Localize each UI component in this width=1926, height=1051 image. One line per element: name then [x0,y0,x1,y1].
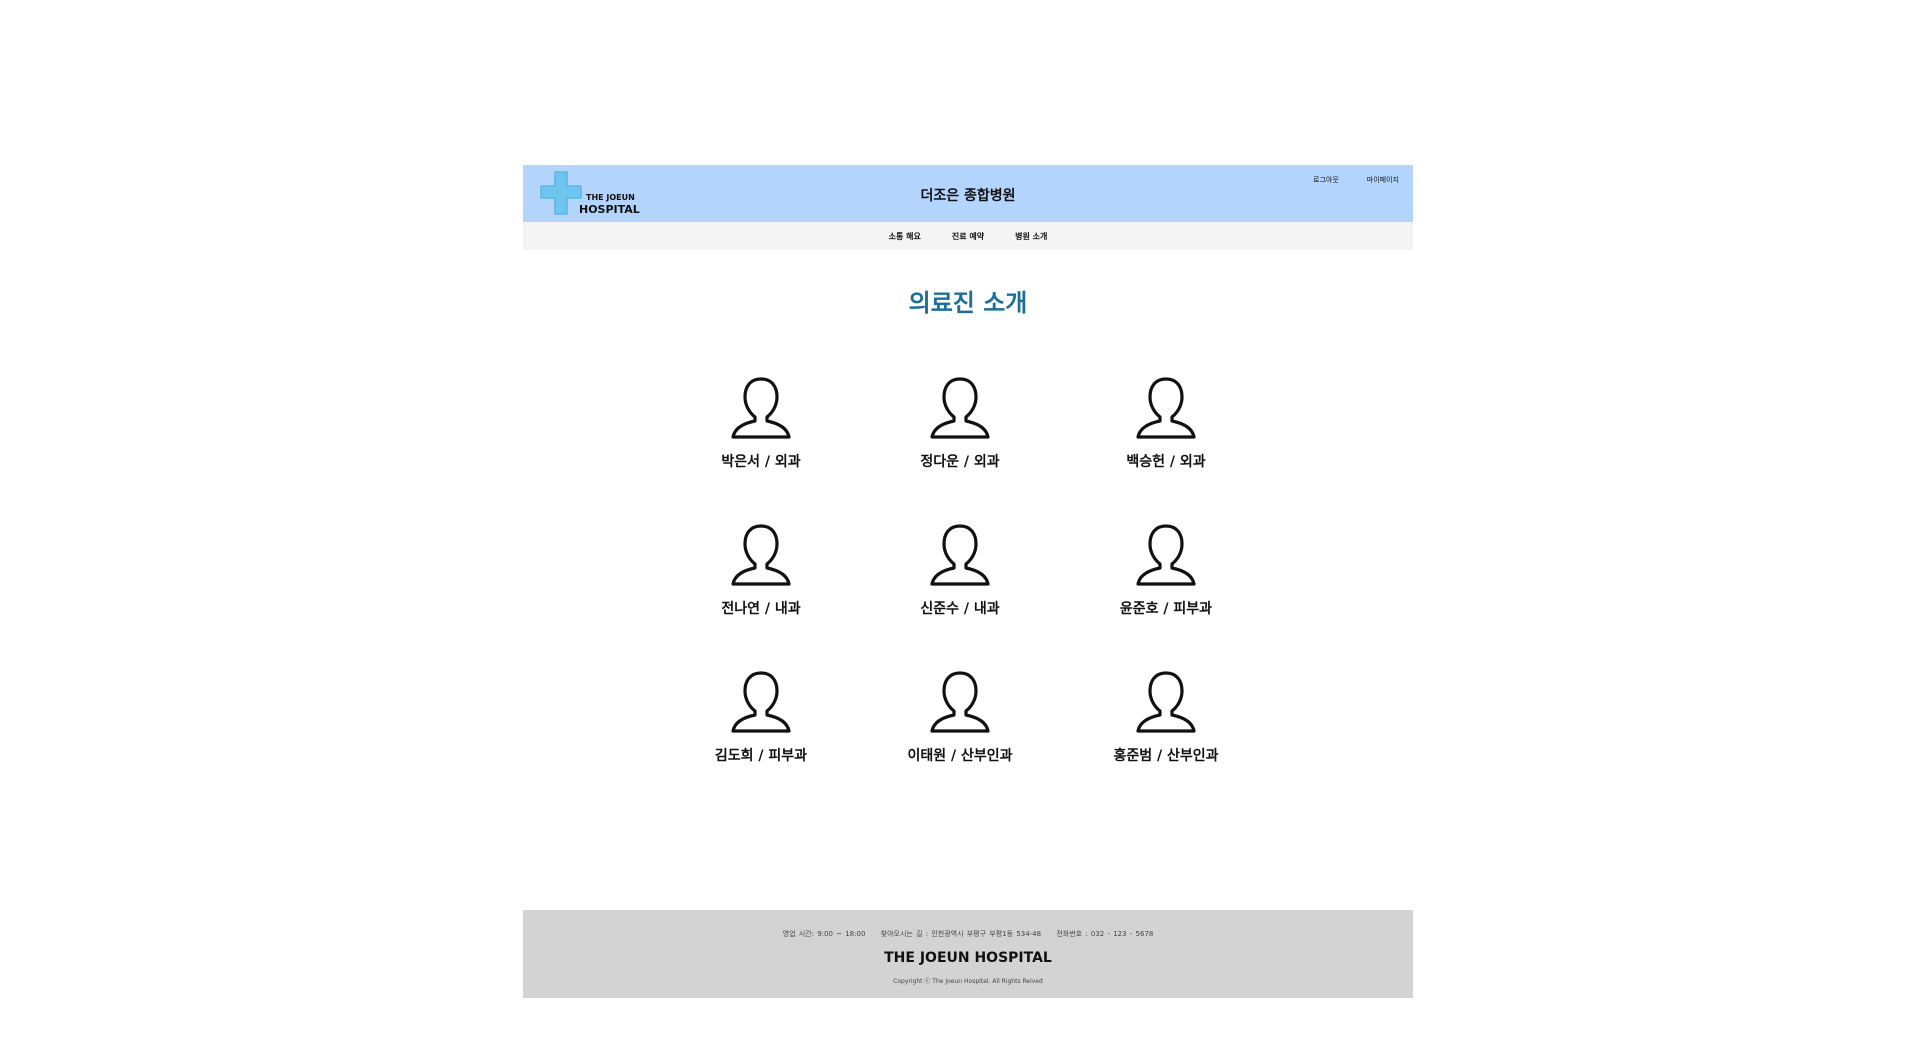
header: THE JOEUN HOSPITAL 더조은 종합병원 로그아웃 마이페이지 [523,165,1413,222]
doctor-name: 박은서 / 외과 [721,454,801,470]
person-icon [731,671,791,733]
person-icon [1136,671,1196,733]
page-container: THE JOEUN HOSPITAL 더조은 종합병원 로그아웃 마이페이지 소… [523,165,1413,998]
main-nav: 소통 해요 진료 예약 병원 소개 [523,222,1413,250]
footer-brand: THE JOEUN HOSPITAL [884,950,1052,966]
doctor-card[interactable]: 정다운 / 외과 [870,375,1050,471]
doctor-card[interactable]: 김도희 / 피부과 [671,669,851,765]
nav-item-about[interactable]: 병원 소개 [1015,231,1047,242]
page-title: 의료진 소개 [908,289,1028,317]
doctor-card[interactable]: 백승헌 / 외과 [1076,375,1256,471]
nav-item-reservation[interactable]: 진료 예약 [952,231,984,242]
nav-item-community[interactable]: 소통 해요 [889,231,921,242]
main-content: 의료진 소개 박은서 / 외과 정다운 / 외과 백승헌 / 외과전나연 / 내과 신… [523,250,1413,910]
footer: 영업 시간: 9:00 ~ 18:00 찾아오시는 길 : 인천광역시 부평구 … [523,910,1413,998]
logo-line2: HOSPITAL [579,203,640,216]
person-icon [930,377,990,439]
person-icon [1136,377,1196,439]
person-icon [930,671,990,733]
person-icon [930,524,990,586]
logout-link[interactable]: 로그아웃 [1313,175,1339,185]
doctor-name: 홍준범 / 산부인과 [1113,748,1219,764]
doctor-card[interactable]: 이태원 / 산부인과 [870,669,1050,765]
business-hours: 영업 시간: 9:00 ~ 18:00 [782,930,866,938]
person-icon [1136,524,1196,586]
doctor-card[interactable]: 전나연 / 내과 [671,522,851,618]
doctor-name: 김도희 / 피부과 [714,748,808,764]
mypage-link[interactable]: 마이페이지 [1367,175,1399,185]
doctor-name: 신준수 / 내과 [920,601,1000,617]
doctor-card[interactable]: 박은서 / 외과 [671,375,851,471]
site-title: 더조은 종합병원 [920,188,1016,204]
doctor-card[interactable]: 신준수 / 내과 [870,522,1050,618]
footer-info: 영업 시간: 9:00 ~ 18:00 찾아오시는 길 : 인천광역시 부평구 … [523,929,1413,939]
copyright: Copyright ⓒ The Joeun Hospital. All Righ… [893,978,1043,985]
address: 찾아오시는 길 : 인천광역시 부평구 부평1동 534-48 [880,930,1042,938]
doctor-name: 백승헌 / 외과 [1126,454,1206,470]
doctor-card[interactable]: 홍준범 / 산부인과 [1076,669,1256,765]
doctor-name: 이태원 / 산부인과 [907,748,1013,764]
doctor-name: 전나연 / 내과 [721,601,801,617]
person-icon [731,524,791,586]
doctor-card[interactable]: 윤준호 / 피부과 [1076,522,1256,618]
top-links: 로그아웃 마이페이지 [1313,175,1399,185]
phone-number: 전화번호 : 032 - 123 - 5678 [1056,930,1154,938]
doctor-name: 정다운 / 외과 [920,454,1000,470]
person-icon [731,377,791,439]
doctor-name: 윤준호 / 피부과 [1119,601,1213,617]
